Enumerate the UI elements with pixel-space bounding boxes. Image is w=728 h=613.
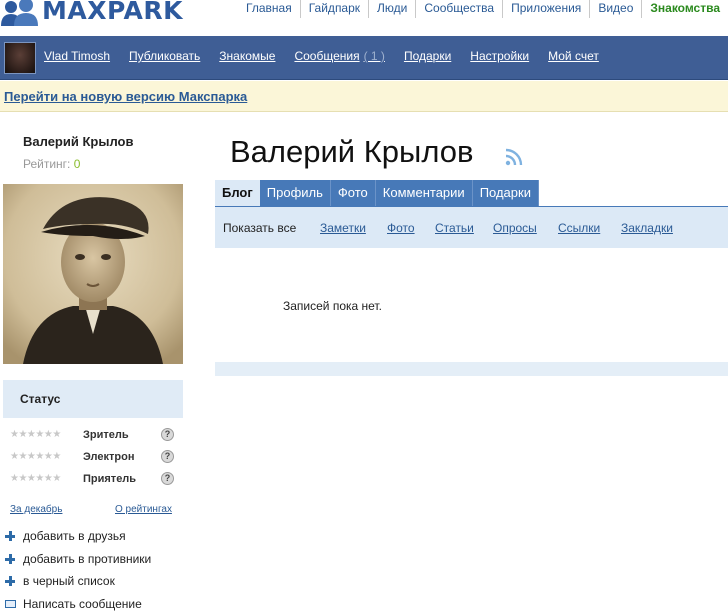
messages-link[interactable]: Сообщения( 1 )	[294, 49, 384, 63]
help-icon[interactable]: ?	[161, 450, 174, 463]
tab-profile[interactable]: Профиль	[259, 180, 331, 206]
rating-label: Рейтинг:	[23, 157, 71, 171]
rank-stars: ★★★★★★	[10, 451, 61, 462]
rank-row-electron: ★★★★★★ Электрон ?	[10, 450, 178, 465]
rank-stars: ★★★★★★	[10, 473, 61, 484]
profile-photo[interactable]	[3, 184, 183, 364]
content-footer-strip	[215, 362, 728, 376]
nav-people[interactable]: Люди	[368, 0, 415, 18]
new-version-notice: Перейти на новую версию Макспарка	[0, 81, 728, 112]
action-label: добавить в противники	[23, 552, 152, 566]
user-bar: Vlad Timosh Публиковать Знакомые Сообщен…	[0, 36, 728, 80]
send-message-action[interactable]: Написать сообщение	[5, 597, 185, 613]
top-nav: Главная Гайдпарк Люди Сообщества Приложе…	[238, 0, 728, 18]
logo-text: MAXPARK	[42, 0, 183, 25]
filter-polls[interactable]: Опросы	[493, 221, 537, 235]
nav-video[interactable]: Видео	[589, 0, 641, 18]
rank-label: Электрон	[83, 451, 135, 463]
filter-articles[interactable]: Статьи	[435, 221, 474, 235]
acquaintances-link[interactable]: Знакомые	[219, 49, 275, 63]
period-link[interactable]: За декабрь	[10, 504, 62, 515]
my-account-link[interactable]: Мой счет	[548, 49, 599, 63]
nav-dating[interactable]: Знакомства	[641, 0, 728, 18]
tab-photo[interactable]: Фото	[330, 180, 376, 206]
add-opponent-action[interactable]: добавить в противники	[5, 552, 185, 568]
maxpark-logo[interactable]: MAXPARK	[0, 0, 183, 26]
status-header: Статус	[3, 380, 183, 418]
nav-apps[interactable]: Приложения	[502, 0, 589, 18]
top-header: MAXPARK Главная Гайдпарк Люди Сообщества…	[0, 0, 728, 36]
tab-blog[interactable]: Блог	[215, 180, 260, 206]
rank-row-viewer: ★★★★★★ Зритель ?	[10, 428, 178, 443]
tab-comments[interactable]: Комментарии	[375, 180, 473, 206]
settings-link[interactable]: Настройки	[470, 49, 529, 63]
rating-value: 0	[73, 157, 81, 171]
status-title: Статус	[20, 392, 61, 406]
rank-label: Приятель	[83, 473, 137, 485]
nav-guidepark[interactable]: Гайдпарк	[299, 0, 368, 18]
new-version-link[interactable]: Перейти на новую версию Макспарка	[4, 89, 247, 104]
page-title: Валерий Крылов	[230, 134, 474, 169]
profile-rating: Рейтинг: 0	[23, 157, 80, 171]
filter-photo[interactable]: Фото	[387, 221, 415, 235]
empty-blog-message: Записей пока нет.	[283, 299, 382, 313]
filter-bookmarks[interactable]: Закладки	[621, 221, 673, 235]
user-avatar[interactable]	[4, 42, 36, 74]
help-icon[interactable]: ?	[161, 472, 174, 485]
people-logo-icon	[1, 0, 38, 26]
profile-name: Валерий Крылов	[23, 134, 134, 149]
rank-row-buddy: ★★★★★★ Приятель ?	[10, 472, 178, 487]
gifts-link[interactable]: Подарки	[404, 49, 451, 63]
rank-label: Зритель	[83, 429, 129, 441]
user-menu: Vlad Timosh Публиковать Знакомые Сообщен…	[44, 49, 618, 63]
username-link[interactable]: Vlad Timosh	[44, 49, 110, 63]
help-icon[interactable]: ?	[161, 428, 174, 441]
envelope-icon	[5, 600, 16, 608]
plus-icon	[5, 554, 15, 564]
profile-photo-image	[3, 184, 183, 364]
rank-stars: ★★★★★★	[10, 429, 61, 440]
add-friend-action[interactable]: добавить в друзья	[5, 529, 185, 545]
nav-communities[interactable]: Сообщества	[415, 0, 502, 18]
publish-link[interactable]: Публиковать	[129, 49, 200, 63]
profile-tabs: Блог Профиль Фото Комментарии Подарки	[215, 180, 539, 206]
filter-notes[interactable]: Заметки	[320, 221, 366, 235]
filter-links[interactable]: Ссылки	[558, 221, 600, 235]
tab-gifts[interactable]: Подарки	[472, 180, 539, 206]
messages-label: Сообщения	[294, 49, 360, 63]
blog-filter-bar: Показать все Заметки Фото Статьи Опросы …	[215, 206, 728, 248]
messages-count: ( 1 )	[363, 49, 385, 63]
about-ratings-link[interactable]: О рейтингах	[115, 504, 172, 515]
plus-icon	[5, 576, 15, 586]
action-label: в черный список	[23, 574, 115, 588]
blacklist-action[interactable]: в черный список	[5, 574, 185, 590]
action-label: добавить в друзья	[23, 529, 126, 543]
rss-icon[interactable]	[505, 148, 523, 166]
plus-icon	[5, 531, 15, 541]
filter-show-all[interactable]: Показать все	[223, 221, 296, 235]
nav-home[interactable]: Главная	[238, 0, 300, 18]
